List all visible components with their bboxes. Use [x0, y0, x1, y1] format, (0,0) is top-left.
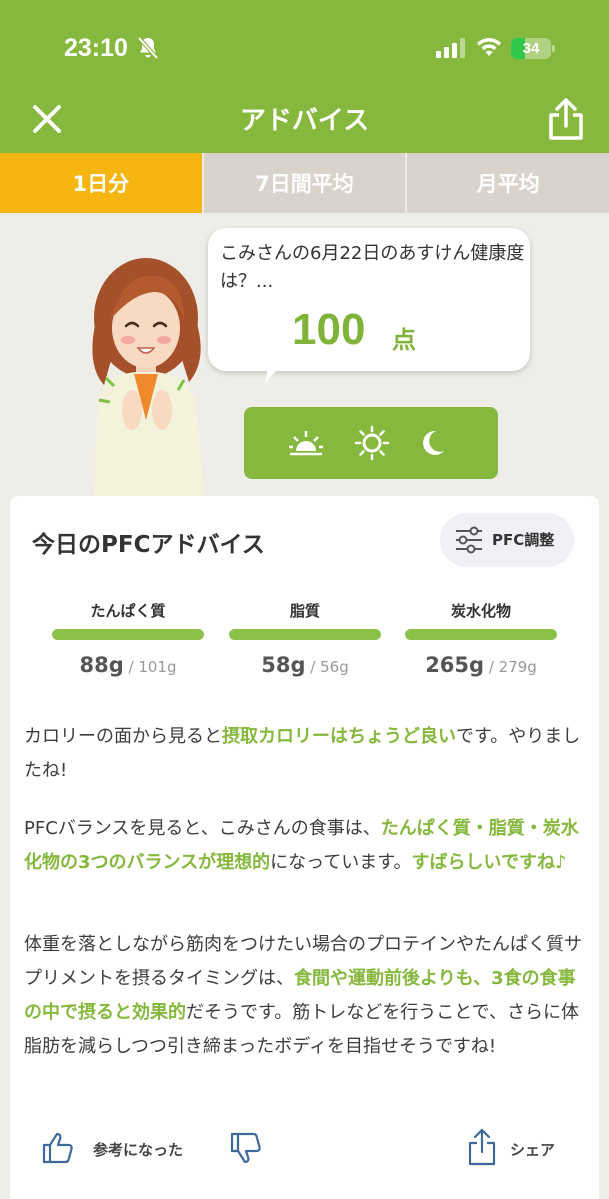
nutrient-protein: たんぱく質 88g / 101g [52, 600, 204, 685]
nutrient-progress-bar [405, 629, 557, 640]
meal-time-selector [244, 407, 498, 479]
speech-bubble-tail [264, 362, 288, 386]
advisor-character-illustration [92, 258, 204, 496]
nutrient-value: 58g [261, 653, 306, 677]
share-label[interactable]: シェア [510, 1139, 555, 1160]
nutrient-target: / 279g [484, 658, 537, 676]
status-time: 23:10 [64, 34, 128, 62]
tab-7day-average[interactable]: 7日間平均 [204, 153, 408, 213]
nutrient-progress-bar [52, 629, 204, 640]
nutrient-progress-bar [229, 629, 381, 640]
pfc-adjust-label: PFC調整 [492, 531, 555, 549]
helpful-label[interactable]: 参考になった [93, 1139, 183, 1160]
thumbs-down-icon[interactable] [228, 1128, 264, 1168]
share-icon[interactable] [466, 1127, 498, 1167]
advice-paragraph-protein-timing: 体重を落としながら筋肉をつけたい場合のプロテインやたんぱく質サプリメントを摂るタ… [24, 934, 582, 1057]
sunrise-icon[interactable] [288, 427, 324, 459]
share-icon[interactable] [546, 96, 586, 142]
nutrient-target: / 101g [123, 658, 177, 676]
period-tabs: 1日分 7日間平均 月平均 [0, 153, 609, 213]
advice-highlight: 摂取カロリーはちょうど良い [222, 726, 456, 747]
advice-paragraph-pfc-balance: PFCバランスを見ると、こみさんの食事は、たんぱく質・脂質・炭水化物の3つのバラ… [24, 818, 579, 873]
moon-icon[interactable] [418, 427, 446, 459]
health-score-value: 100 [292, 305, 366, 354]
nutrient-carbohydrate: 炭水化物 265g / 279g [405, 600, 557, 685]
battery-level-text: 34 [522, 40, 540, 57]
thumbs-up-icon[interactable] [40, 1128, 76, 1168]
tab-monthly-average[interactable]: 月平均 [407, 153, 609, 213]
health-score-question: こみさんの6月22日のあすけん健康度は？... [220, 243, 525, 292]
health-score-unit: 点 [392, 326, 416, 354]
advice-highlight: すばらしいですね♪ [411, 852, 567, 873]
advice-paragraph-calorie: カロリーの面から見ると摂取カロリーはちょうど良いです。やりましたね! [24, 726, 581, 781]
wifi-icon [477, 38, 501, 56]
nutrient-fat: 脂質 58g / 56g [229, 600, 381, 685]
app-header: 23:10 34 アドバイス [0, 0, 609, 153]
signal-icon [436, 38, 465, 58]
nutrient-target: / 56g [305, 658, 349, 676]
tab-daily[interactable]: 1日分 [0, 153, 204, 213]
sun-icon[interactable] [354, 425, 390, 461]
nutrient-label: 炭水化物 [450, 602, 511, 620]
pfc-adjust-button[interactable]: PFC調整 [440, 513, 574, 567]
page-title: アドバイス [239, 106, 370, 136]
sliders-icon [456, 526, 482, 554]
battery-icon: 34 [511, 38, 555, 59]
nutrient-value: 88g [79, 653, 124, 677]
card-title: 今日のPFCアドバイス [32, 532, 265, 558]
nutrient-label: たんぱく質 [90, 602, 166, 620]
nutrient-label: 脂質 [289, 602, 320, 620]
nutrient-value: 265g [425, 653, 485, 677]
bell-off-icon [137, 36, 159, 60]
